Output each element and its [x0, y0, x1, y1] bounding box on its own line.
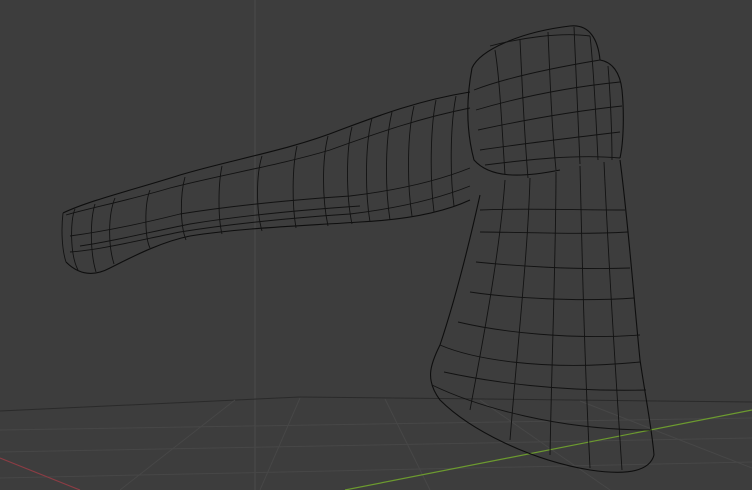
viewport-canvas[interactable]	[0, 0, 752, 490]
axe-blade	[430, 159, 655, 473]
x-axis-line	[0, 457, 81, 490]
y-axis-line	[344, 409, 752, 490]
axe-wireframe[interactable]	[61, 25, 655, 473]
axe-poll	[467, 25, 624, 179]
floor-grid	[0, 396, 752, 490]
axe-handle	[61, 91, 471, 274]
3d-viewport[interactable]	[0, 0, 752, 490]
